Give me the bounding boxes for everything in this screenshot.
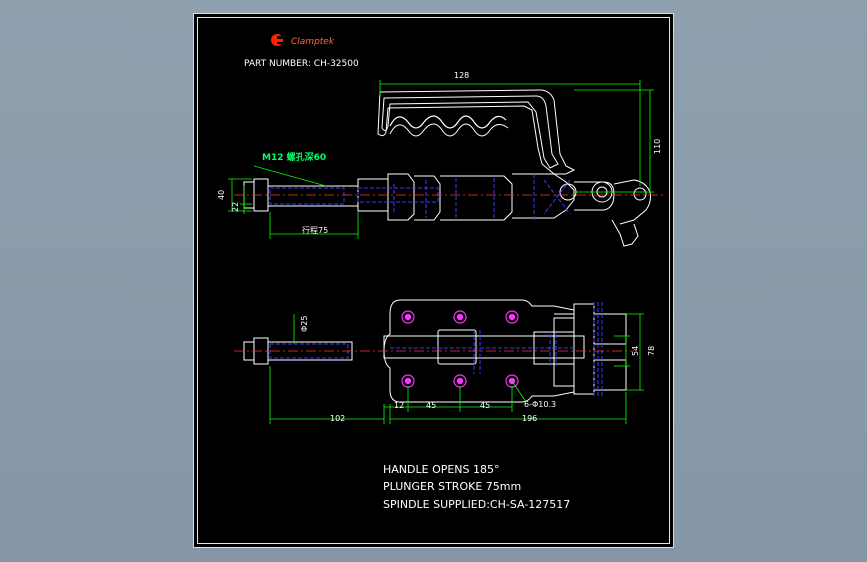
dim-dia25: Φ25	[300, 316, 309, 332]
dim-102: 102	[330, 414, 345, 423]
dim-78: 78	[647, 346, 656, 356]
drawing-canvas: Clamptek PART NUMBER: CH-32500 128 110 4…	[217, 34, 664, 511]
dim-12: 12	[394, 401, 404, 410]
note-handle-opens: HANDLE OPENS 185°	[383, 463, 500, 476]
mounting-holes	[401, 310, 519, 388]
dim-stroke-75: 行程75	[302, 225, 328, 235]
dim-45-b: 45	[480, 401, 490, 410]
drawing-sheet: Clamptek PART NUMBER: CH-32500 128 110 4…	[193, 13, 674, 548]
handle-outline	[377, 89, 576, 175]
dim-110: 110	[653, 139, 662, 154]
bottom-view-hidden-lines	[269, 302, 603, 396]
logo-text: Clamptek	[291, 37, 335, 47]
dim-45-a: 45	[426, 401, 436, 410]
part-number: PART NUMBER: CH-32500	[244, 59, 359, 69]
top-view-hidden-lines	[269, 174, 571, 220]
clamptek-logo: Clamptek	[271, 34, 335, 47]
note-plunger-stroke: PLUNGER STROKE 75mm	[383, 480, 521, 493]
dim-22: 22	[231, 202, 240, 212]
thread-callout: M12 螺孔深60	[262, 151, 326, 163]
dim-40: 40	[217, 190, 226, 200]
dim-holes: 6-Φ10.3	[524, 400, 556, 409]
cad-viewport[interactable]: Clamptek PART NUMBER: CH-32500 128 110 4…	[0, 0, 867, 562]
dim-128: 128	[454, 71, 469, 80]
top-view-body	[243, 173, 651, 247]
dim-54: 54	[631, 346, 640, 356]
spec-notes: HANDLE OPENS 185° PLUNGER STROKE 75mm SP…	[383, 463, 570, 511]
dim-196: 196	[522, 414, 537, 423]
note-spindle: SPINDLE SUPPLIED:CH-SA-127517	[383, 498, 570, 511]
